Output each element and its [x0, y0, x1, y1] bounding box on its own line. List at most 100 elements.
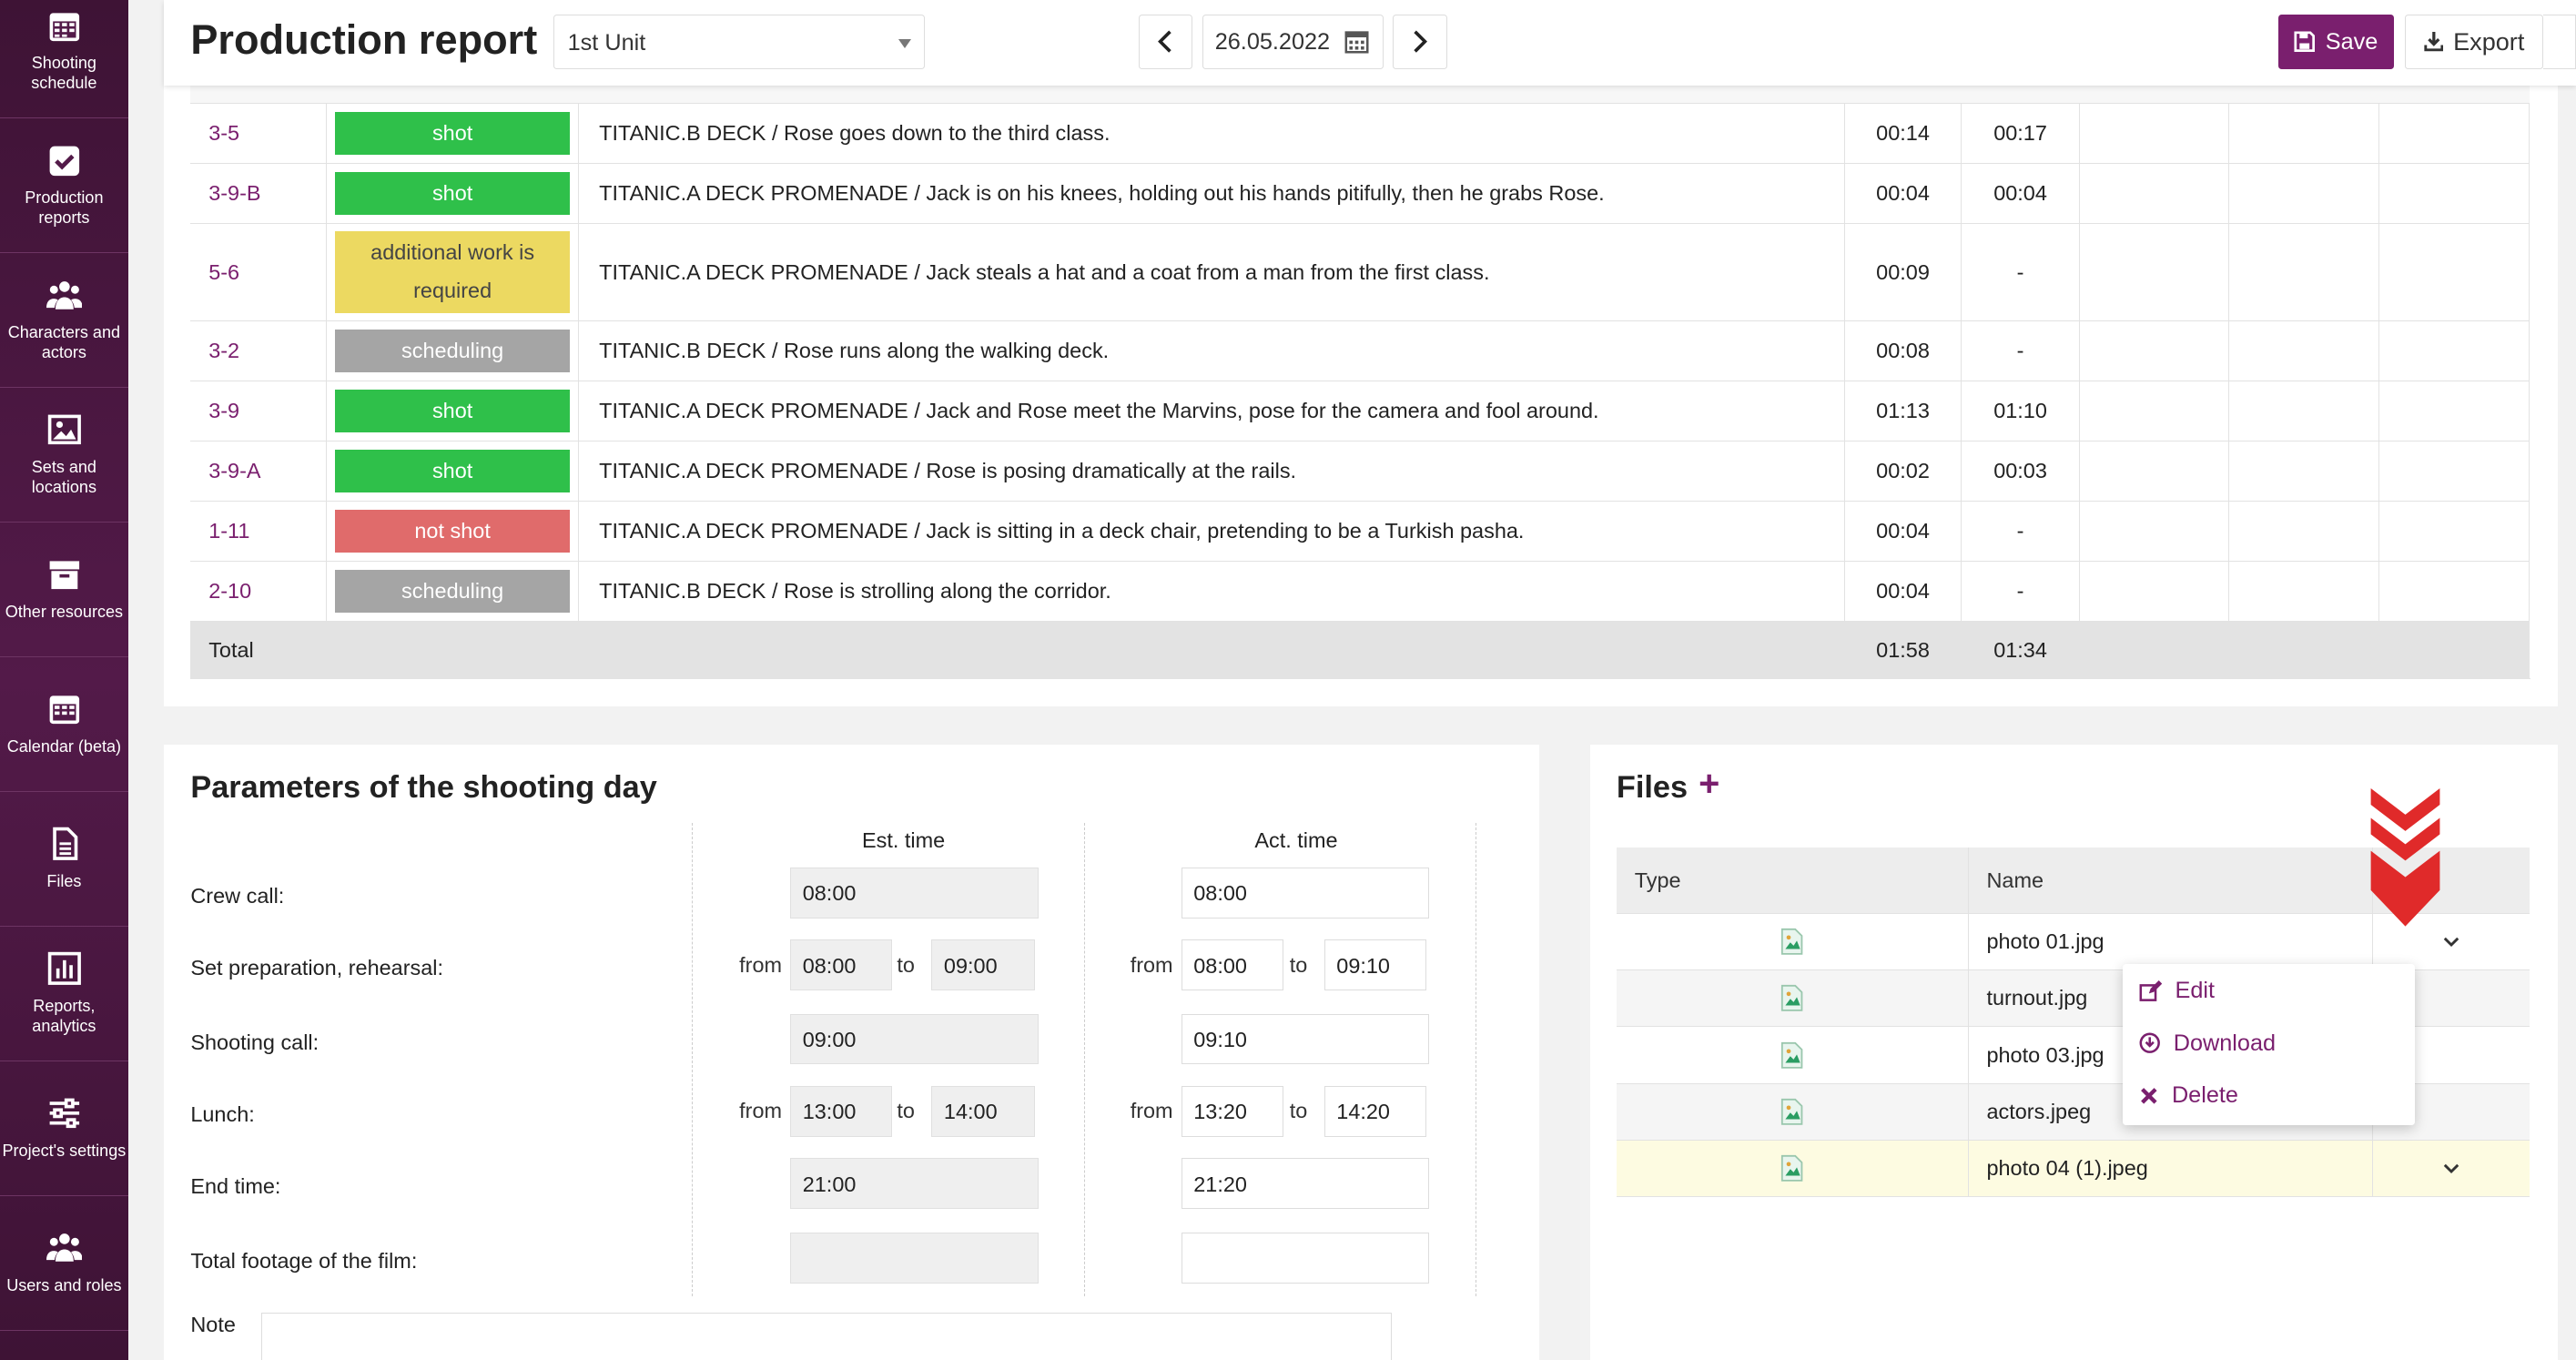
- add-file-button[interactable]: +: [1699, 764, 1719, 805]
- menu-item-edit[interactable]: Edit: [2139, 978, 2215, 1004]
- table-row[interactable]: photo 04 (1).jpeg: [1616, 1140, 2530, 1198]
- set-prep-est-from-input[interactable]: 08:00: [790, 939, 892, 991]
- table-row[interactable]: 3-9-B shot TITANIC.A DECK PROMENADE / Ja…: [190, 163, 2530, 225]
- end-time-act-input[interactable]: 21:20: [1181, 1158, 1430, 1210]
- est-time: 00:09: [1844, 223, 1962, 321]
- menu-item-delete[interactable]: Delete: [2139, 1082, 2238, 1109]
- scenes-panel: 3-5 shot TITANIC.B DECK / Rose goes down…: [164, 85, 2559, 707]
- to-label: to: [897, 952, 915, 977]
- sidebar-item-shooting-schedule[interactable]: Shooting schedule: [0, 0, 128, 118]
- table-row[interactable]: 3-5 shot TITANIC.B DECK / Rose goes down…: [190, 103, 2530, 165]
- sidebar-item-label: Sets and locations: [31, 458, 96, 496]
- sidebar-item-characters-actors[interactable]: Characters and actors: [0, 253, 128, 388]
- scene-number[interactable]: 5-6: [190, 223, 327, 321]
- crew-call-act-input[interactable]: 08:00: [1181, 867, 1430, 919]
- scene-description: TITANIC.A DECK PROMENADE / Jack and Rose…: [578, 381, 1845, 441]
- menu-item-download[interactable]: Download: [2139, 1030, 2276, 1057]
- sidebar-item-sets-locations[interactable]: Sets and locations: [0, 388, 128, 523]
- status-badge[interactable]: scheduling: [334, 570, 571, 613]
- scene-number[interactable]: 1-11: [190, 501, 327, 562]
- status-badge[interactable]: additional work is required: [334, 230, 571, 314]
- total-est-time: 01:58: [1844, 621, 1962, 680]
- shooting-call-act-input[interactable]: 09:10: [1181, 1013, 1430, 1065]
- scene-number[interactable]: 3-2: [190, 320, 327, 381]
- image-file-icon: [1781, 1098, 1803, 1125]
- image-file-icon: [1781, 1155, 1803, 1182]
- footage-act-input[interactable]: [1181, 1232, 1430, 1284]
- crew-call-est-input[interactable]: 08:00: [790, 867, 1039, 919]
- lunch-label: Lunch:: [190, 1102, 255, 1126]
- caret-down-icon: [898, 38, 911, 48]
- lunch-est-to-input[interactable]: 14:00: [931, 1085, 1035, 1137]
- set-prep-act-from-input[interactable]: 08:00: [1181, 939, 1283, 991]
- table-row[interactable]: 3-2 scheduling TITANIC.B DECK / Rose run…: [190, 320, 2530, 381]
- checkbox-icon: [49, 146, 79, 176]
- prev-date-button[interactable]: [1138, 15, 1193, 69]
- status-badge[interactable]: not shot: [334, 509, 571, 553]
- status-badge[interactable]: shot: [334, 389, 571, 432]
- table-row[interactable]: 2-10 scheduling TITANIC.B DECK / Rose is…: [190, 561, 2530, 622]
- menu-item-label: Delete: [2171, 1082, 2238, 1109]
- table-row[interactable]: 1-11 not shot TITANIC.A DECK PROMENADE /…: [190, 501, 2530, 562]
- file-name[interactable]: photo 04 (1).jpeg: [1968, 1140, 2373, 1198]
- end-time-est-input[interactable]: 21:00: [790, 1158, 1039, 1210]
- note-label: Note: [190, 1313, 236, 1337]
- unit-select[interactable]: 1st Unit: [553, 15, 926, 69]
- scene-number[interactable]: 3-9: [190, 381, 327, 441]
- image-file-icon: [1781, 929, 1803, 955]
- scene-number[interactable]: 2-10: [190, 561, 327, 622]
- save-button[interactable]: Save: [2278, 15, 2394, 69]
- table-row[interactable]: 3-9 shot TITANIC.A DECK PROMENADE / Jack…: [190, 381, 2530, 441]
- calendar-icon[interactable]: [1344, 29, 1369, 54]
- status-badge[interactable]: scheduling: [334, 329, 571, 372]
- file-name[interactable]: photo 01.jpg: [1968, 913, 2373, 971]
- sidebar-item-calendar[interactable]: Calendar (beta): [0, 657, 128, 792]
- next-date-button[interactable]: [1393, 15, 1447, 69]
- set-prep-est-to-input[interactable]: 09:00: [931, 939, 1035, 991]
- empty-cell: [2079, 621, 2530, 680]
- sidebar-item-production-reports[interactable]: Production reports: [0, 118, 128, 253]
- scene-number[interactable]: 3-9-B: [190, 163, 327, 225]
- shooting-call-est-input[interactable]: 09:00: [790, 1013, 1039, 1065]
- total-act-time: 01:34: [1961, 621, 2080, 680]
- table-row[interactable]: 3-9-A shot TITANIC.A DECK PROMENADE / Ro…: [190, 441, 2530, 502]
- scene-number[interactable]: 3-5: [190, 103, 327, 165]
- table-row[interactable]: 5-6 additional work is required TITANIC.…: [190, 223, 2530, 321]
- chevron-left-icon: [1158, 30, 1172, 54]
- footage-est-input[interactable]: [790, 1232, 1039, 1284]
- lunch-est-from-input[interactable]: 13:00: [790, 1085, 892, 1137]
- total-label: Total: [190, 621, 1845, 680]
- empty-cell: [2378, 381, 2530, 441]
- sidebar-item-other-resources[interactable]: Other resources: [0, 523, 128, 657]
- status-badge[interactable]: shot: [334, 172, 571, 216]
- download-circle-icon: [2139, 1032, 2160, 1054]
- sidebar-item-project-settings[interactable]: Project's settings: [0, 1061, 128, 1196]
- set-prep-act-to-input[interactable]: 09:10: [1323, 939, 1426, 991]
- scene-description: TITANIC.B DECK / Rose is strolling along…: [578, 561, 1845, 622]
- status-badge[interactable]: shot: [334, 112, 571, 155]
- scene-number[interactable]: 3-9-A: [190, 441, 327, 502]
- status-badge[interactable]: shot: [334, 449, 571, 492]
- chevron-down-icon[interactable]: [2443, 937, 2459, 949]
- date-input[interactable]: 26.05.2022: [1202, 15, 1384, 69]
- empty-cell: [2378, 103, 2530, 165]
- export-button[interactable]: Export: [2405, 15, 2543, 69]
- empty-cell: [2228, 103, 2379, 165]
- sidebar-item-reports-analytics[interactable]: Reports, analytics: [0, 927, 128, 1061]
- chevron-down-icon[interactable]: [2443, 1163, 2459, 1175]
- sidebar-item-label: Shooting schedule: [31, 54, 97, 92]
- lunch-act-from-input[interactable]: 13:20: [1181, 1085, 1283, 1137]
- scenes-table: 3-5 shot TITANIC.B DECK / Rose goes down…: [190, 103, 2530, 680]
- footage-label: Total footage of the film:: [190, 1248, 418, 1273]
- lunch-act-to-input[interactable]: 14:20: [1323, 1085, 1426, 1137]
- empty-cell: [2228, 163, 2379, 225]
- page-title: Production report: [190, 16, 538, 64]
- page-header: Production report 1st Unit 26.05.2022 Sa…: [164, 0, 2576, 86]
- empty-cell: [2079, 320, 2229, 381]
- image-file-icon: [1781, 985, 1803, 1012]
- note-textarea[interactable]: [260, 1313, 1392, 1360]
- sidebar-item-files[interactable]: Files: [0, 792, 128, 927]
- export-dropdown-toggle[interactable]: [2542, 15, 2576, 69]
- act-time: -: [1961, 501, 2080, 562]
- sidebar-item-users-roles[interactable]: Users and roles: [0, 1196, 128, 1331]
